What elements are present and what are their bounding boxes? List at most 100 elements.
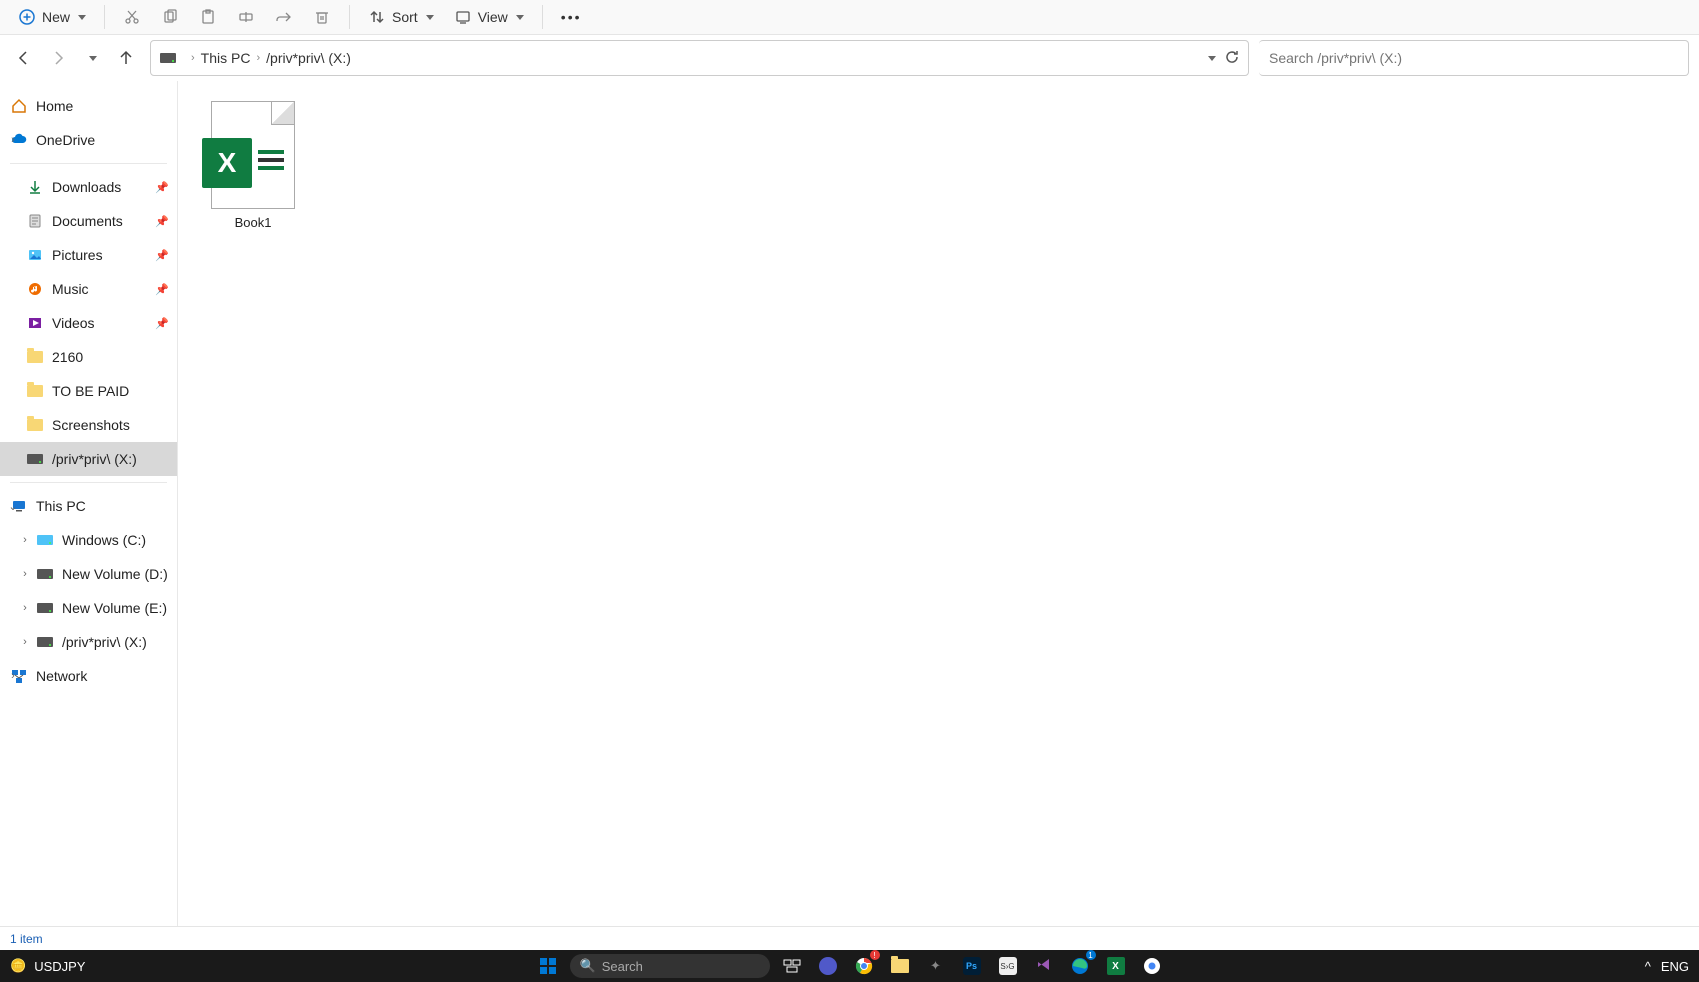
sidebar-downloads[interactable]: Downloads 📌	[0, 170, 177, 204]
recent-button[interactable]	[78, 44, 106, 72]
chevron-right-icon[interactable]: ›	[6, 134, 20, 146]
sidebar-documents[interactable]: Documents 📌	[0, 204, 177, 238]
sidebar-drive-x[interactable]: /priv*priv\ (X:)	[0, 442, 177, 476]
chevron-right-icon[interactable]: ›	[18, 602, 32, 614]
chevron-down-icon[interactable]: ⌄	[6, 500, 20, 513]
chevron-right-icon[interactable]: ›	[6, 670, 20, 682]
drive-icon	[159, 49, 177, 67]
taskbar-app-vs[interactable]	[1030, 952, 1058, 980]
status-bar: 1 item	[0, 926, 1699, 950]
drive-icon	[36, 633, 54, 651]
sidebar-folder-2160[interactable]: 2160	[0, 340, 177, 374]
new-label: New	[42, 9, 70, 25]
pin-icon: 📌	[155, 215, 169, 228]
taskbar-app-generic2[interactable]: S›G	[994, 952, 1022, 980]
sidebar-item-label: /priv*priv\ (X:)	[62, 634, 147, 650]
drive-icon	[36, 531, 54, 549]
taskbar: 🪙 USDJPY 🔍 Search ! ✦ Ps S›G 1 X ^ ENG	[0, 950, 1699, 982]
search-box[interactable]	[1259, 40, 1689, 76]
file-item[interactable]: X Book1	[198, 97, 308, 234]
separator	[542, 5, 543, 29]
pin-icon: 📌	[155, 181, 169, 194]
taskbar-widget[interactable]: 🪙 USDJPY	[10, 958, 85, 974]
sidebar-pictures[interactable]: Pictures 📌	[0, 238, 177, 272]
sidebar-drive-c[interactable]: › Windows (C:)	[0, 523, 177, 557]
pin-icon: 📌	[155, 317, 169, 330]
start-button[interactable]	[534, 952, 562, 980]
file-label: Book1	[235, 215, 272, 230]
sidebar-item-label: New Volume (D:)	[62, 566, 168, 582]
music-icon	[26, 280, 44, 298]
sort-button[interactable]: Sort	[360, 4, 442, 30]
sidebar-home-label: Home	[36, 98, 73, 114]
view-icon	[454, 8, 472, 26]
taskbar-app-explorer[interactable]	[886, 952, 914, 980]
separator	[349, 5, 350, 29]
delete-button[interactable]	[305, 4, 339, 30]
rename-button[interactable]	[229, 4, 263, 30]
copy-button[interactable]	[153, 4, 187, 30]
back-button[interactable]	[10, 44, 38, 72]
taskbar-search[interactable]: 🔍 Search	[570, 954, 770, 978]
drive-icon	[36, 599, 54, 617]
sidebar-item-label: Pictures	[52, 247, 103, 263]
drive-icon	[36, 565, 54, 583]
sidebar-videos[interactable]: Videos 📌	[0, 306, 177, 340]
taskbar-app-teams[interactable]	[814, 952, 842, 980]
chevron-down-icon[interactable]	[1208, 56, 1216, 61]
divider	[10, 163, 167, 164]
cut-button[interactable]	[115, 4, 149, 30]
videos-icon	[26, 314, 44, 332]
new-button[interactable]: New	[10, 4, 94, 30]
taskbar-app-excel[interactable]: X	[1102, 952, 1130, 980]
sidebar-onedrive[interactable]: › OneDrive	[0, 123, 177, 157]
search-input[interactable]	[1269, 50, 1678, 66]
sidebar-item-label: Documents	[52, 213, 123, 229]
sidebar-music[interactable]: Music 📌	[0, 272, 177, 306]
sidebar-item-label: TO BE PAID	[52, 383, 129, 399]
share-button[interactable]	[267, 4, 301, 30]
up-button[interactable]	[112, 44, 140, 72]
sidebar-folder-tobepaid[interactable]: TO BE PAID	[0, 374, 177, 408]
breadcrumb-root[interactable]: This PC	[201, 50, 251, 66]
breadcrumb-current[interactable]: /priv*priv\ (X:)	[266, 50, 351, 66]
folder-icon	[26, 416, 44, 434]
taskbar-app-chrome[interactable]: !	[850, 952, 878, 980]
sidebar-network[interactable]: › Network	[0, 659, 177, 693]
chevron-right-icon[interactable]: ›	[18, 636, 32, 648]
chevron-down-icon	[426, 15, 434, 20]
sort-icon	[368, 8, 386, 26]
taskbar-app-generic1[interactable]: ✦	[922, 952, 950, 980]
sidebar-thispc-label: This PC	[36, 498, 86, 514]
forward-button[interactable]	[44, 44, 72, 72]
cut-icon	[123, 8, 141, 26]
sidebar-drive-x2[interactable]: › /priv*priv\ (X:)	[0, 625, 177, 659]
sidebar-folder-screenshots[interactable]: Screenshots	[0, 408, 177, 442]
sidebar-network-label: Network	[36, 668, 87, 684]
taskbar-app-photoshop[interactable]: Ps	[958, 952, 986, 980]
widget-label: USDJPY	[34, 959, 85, 974]
more-button[interactable]: •••	[553, 5, 590, 29]
task-view-button[interactable]	[778, 952, 806, 980]
chevron-right-icon[interactable]: ›	[18, 568, 32, 580]
chevron-right-icon[interactable]: ›	[18, 534, 32, 546]
sidebar-home[interactable]: Home	[0, 89, 177, 123]
file-pane[interactable]: X Book1	[178, 81, 1699, 926]
language-indicator[interactable]: ENG	[1661, 959, 1689, 974]
sidebar-drive-e[interactable]: › New Volume (E:)	[0, 591, 177, 625]
sidebar-drive-d[interactable]: › New Volume (D:)	[0, 557, 177, 591]
refresh-button[interactable]	[1224, 49, 1240, 68]
view-button[interactable]: View	[446, 4, 532, 30]
paste-button[interactable]	[191, 4, 225, 30]
chevron-right-icon: ›	[191, 52, 195, 64]
share-icon	[275, 8, 293, 26]
taskbar-app-edge[interactable]: 1	[1066, 952, 1094, 980]
sidebar-thispc[interactable]: ⌄ This PC	[0, 489, 177, 523]
sidebar-item-label: 2160	[52, 349, 83, 365]
chevron-down-icon	[516, 15, 524, 20]
tray-chevron-icon[interactable]: ^	[1645, 959, 1651, 974]
widget-icon: 🪙	[10, 958, 26, 974]
address-bar[interactable]: › This PC › /priv*priv\ (X:)	[150, 40, 1249, 76]
taskbar-app-chrome2[interactable]	[1138, 952, 1166, 980]
sidebar-item-label: Downloads	[52, 179, 121, 195]
